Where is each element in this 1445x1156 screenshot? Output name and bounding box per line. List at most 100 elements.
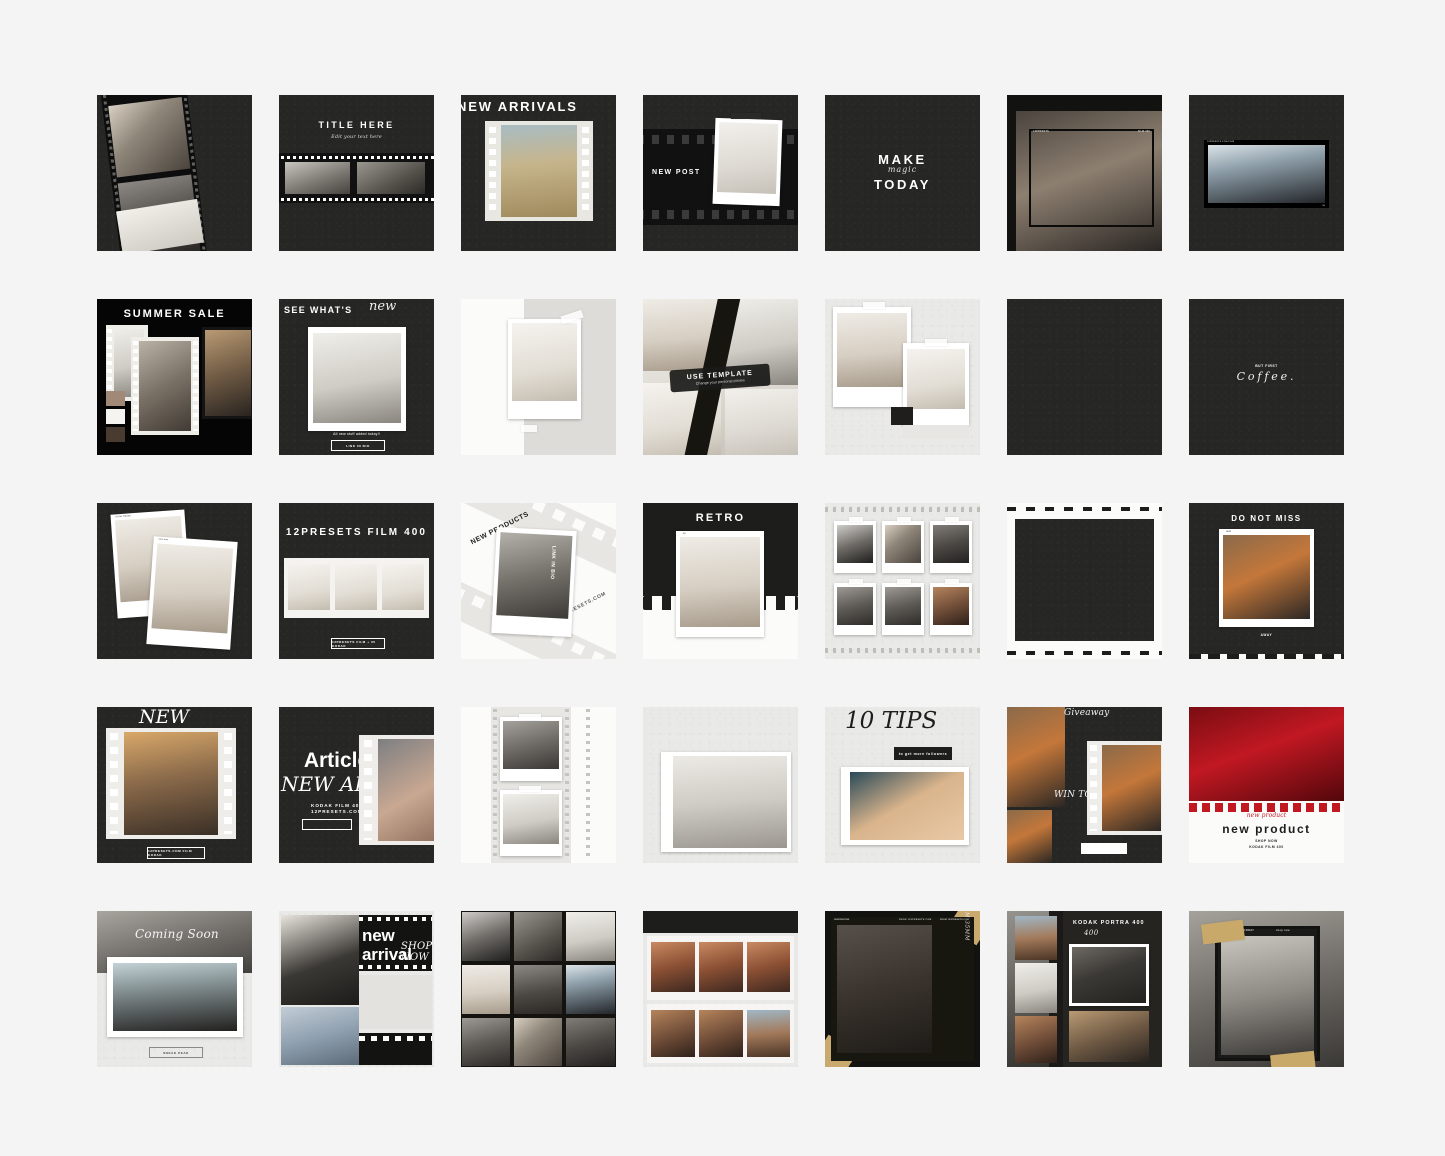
photo-woman-sitting xyxy=(716,121,779,195)
photo-bw-1 xyxy=(837,525,873,563)
tile-car-model-frame[interactable]: 12PRESETS.COM FILM 36 xyxy=(1189,95,1344,251)
photo-grid-6 xyxy=(566,965,615,1014)
photo-grid-3 xyxy=(566,912,615,961)
tile-inspiration-collage[interactable] xyxy=(643,911,798,1067)
tile-article-film[interactable]: NEW BLOG POST LINK IN BIO 12PRESETS.COM … xyxy=(97,707,252,863)
tape-top-left xyxy=(863,302,885,309)
tile-but-first-coffee[interactable] xyxy=(1007,299,1162,455)
tile-model-frame-dark[interactable]: 12PRESETS FILM 400 xyxy=(1007,95,1162,251)
photo-product-3 xyxy=(382,564,424,610)
perforations-far-right xyxy=(586,709,590,861)
photo-boat-person xyxy=(747,1010,790,1057)
photo-product-1 xyxy=(288,564,330,610)
photo-woman-lying xyxy=(496,532,573,619)
tile-giveaway[interactable]: 10 TIPS to get more followers xyxy=(825,707,980,863)
photo-couple-kitchen xyxy=(673,756,787,848)
paper-strip-bottom xyxy=(903,425,969,439)
tile-five-popular-outfits[interactable]: Article NEW ARTICLE KODAK FILM 400 F 12P… xyxy=(279,707,434,863)
tile-title-here[interactable]: TITLE HERE Edit your text here WWW.YOURW… xyxy=(279,95,434,251)
tile-interior-collage[interactable] xyxy=(825,299,980,455)
tile-business-film-collage[interactable]: business-film-collage xyxy=(97,95,252,251)
polaroid-couple: take time xyxy=(146,536,238,650)
shop-now-button[interactable] xyxy=(1081,843,1127,854)
tile-new-post[interactable]: NEW POST WWW.YOURWEBSITE.COM xyxy=(643,95,798,251)
tile-new-blog-post[interactable]: DO NOT MISS GIVE AWAY xyxy=(1189,503,1344,659)
tile-give-away-time[interactable] xyxy=(1007,503,1162,659)
polaroid-top xyxy=(500,717,562,781)
tile-good-things-take-time[interactable]: BUT FIRST Coffee. xyxy=(1189,299,1344,455)
photo-frame: GIVE xyxy=(1219,529,1314,627)
film-perforations-red xyxy=(1189,803,1344,812)
photo-man-armchair xyxy=(139,341,191,431)
link-in-bio-button[interactable]: LINK IN BIO xyxy=(331,440,385,451)
photo-tram-sunset xyxy=(124,732,218,835)
new-product-text-1: Giveaway xyxy=(1064,708,1110,718)
tile-ten-tips[interactable] xyxy=(643,707,798,863)
frame-label: 34 xyxy=(683,532,686,535)
tile-summer-sale[interactable]: SUMMER SALE WWW.123PRESETS.COM xyxy=(97,299,252,455)
new-article-button[interactable]: 12PRESETS.COM FILM KODAK xyxy=(147,847,205,859)
shop-now-button[interactable]: SNEAK PEAK xyxy=(149,1047,203,1058)
tape-6 xyxy=(945,579,959,584)
photo-frame: 34 xyxy=(676,531,764,637)
photo-man-sitting xyxy=(503,794,559,844)
film-strip-frame: LINK IN BIO xyxy=(106,728,236,839)
tile-double-polaroid-strip[interactable] xyxy=(461,707,616,863)
photo-bicycle xyxy=(885,587,921,625)
tile-flash-sale[interactable]: RETRO 34 DREAM ON xyxy=(643,503,798,659)
tile-make-magic-today[interactable]: MAKE magic TODAY xyxy=(825,95,980,251)
swatch-tan xyxy=(106,391,125,406)
sneak-peak-heading: new product xyxy=(1222,822,1311,836)
tile-inspiration-of-the-day[interactable]: INSPIRATION FROM 123PRESETS.COM FROM 123… xyxy=(825,911,980,1067)
tile-black-friday[interactable]: KODAK PORTRA 400 400 xyxy=(1007,911,1162,1067)
tape-top xyxy=(519,714,541,720)
tile-polaroid-couple-stack[interactable]: GOOD THINGS take time xyxy=(97,503,252,659)
tile-retro-polaroid-diagonal[interactable]: NEW PRODUCTS 12PRESETS.COM LINK IN BIO xyxy=(461,503,616,659)
tape-bottom xyxy=(521,425,537,432)
dream-on-text: LINK IN BIO xyxy=(548,545,557,580)
photo-couple-hug xyxy=(680,537,760,627)
title-here-heading: TITLE HERE xyxy=(318,120,395,130)
tile-six-photo-contact-sheet[interactable] xyxy=(825,503,980,659)
tile-kraft-tape-skater[interactable]: BLACK FRIDAY shop now xyxy=(1189,911,1344,1067)
photo-frame xyxy=(661,752,791,852)
link-in-bio-text[interactable]: AWAY xyxy=(1189,633,1344,638)
collage-row-1 xyxy=(647,936,794,1000)
tile-retro-bedroom[interactable]: RETRO xyxy=(461,299,616,455)
tile-see-whats-new[interactable]: SEE WHAT'S new SEE WHAT'S All new stuff … xyxy=(279,299,434,455)
tile-use-template[interactable]: USE TEMPLATE Change your personal photos xyxy=(643,299,798,455)
tile-new-product-shop-now[interactable]: Giveaway WIN TONS OF STUFF xyxy=(1007,707,1162,863)
dark-accent-block xyxy=(891,407,913,425)
see-whats-heading: SEE WHAT'S xyxy=(284,305,353,315)
photo-watch-hands xyxy=(108,97,191,178)
photo-woman-field xyxy=(501,125,577,217)
photo-spiral-stairs xyxy=(651,1010,695,1057)
title-here-subtitle: Edit your text here xyxy=(331,134,382,140)
tile-new-products[interactable]: 12PRESETS FILM 400 12PRESETS FILM + 35 K… xyxy=(279,503,434,659)
tape-1 xyxy=(849,517,863,522)
tape-3 xyxy=(945,517,959,522)
photo-grid-4 xyxy=(462,965,510,1014)
photo-black-bra xyxy=(281,915,359,1005)
new-blog-post-heading: DO NOT MISS xyxy=(1231,514,1302,523)
photo-man-armchair xyxy=(837,925,932,1053)
photo-frame-suit xyxy=(1069,944,1149,1006)
link-in-bio-button[interactable] xyxy=(302,819,352,830)
photo-couple-hug xyxy=(151,543,234,634)
link-in-bio-button[interactable]: 12PRESETS FILM + 35 KODAK xyxy=(331,638,385,649)
photo-grid-2 xyxy=(514,912,562,961)
film-strip-horizontal xyxy=(279,153,434,203)
film-strip-right xyxy=(202,327,252,419)
photo-woman-hat xyxy=(378,739,434,841)
photo-cave-arch xyxy=(699,1010,743,1057)
photo-architecture xyxy=(933,587,969,625)
tile-twenty-percent-off[interactable]: new arrival SHOP NOW xyxy=(279,911,434,1067)
tile-sneak-peak-red[interactable]: new product new product SHOP NOW KODAK F… xyxy=(1189,707,1344,863)
tile-new-arrival-plane[interactable]: Coming Soon SNEAK PEAK xyxy=(97,911,252,1067)
photo-frame: SEE WHAT'S xyxy=(308,327,406,431)
photo-man-car xyxy=(837,587,873,625)
tape-top-right xyxy=(925,339,947,346)
photo-bedroom xyxy=(512,323,577,401)
tile-nine-grid-film[interactable] xyxy=(461,911,616,1067)
tile-new-arrivals[interactable]: NEW ARRIVALS KODAK FILM 400 F WWW.123PRE… xyxy=(461,95,616,251)
